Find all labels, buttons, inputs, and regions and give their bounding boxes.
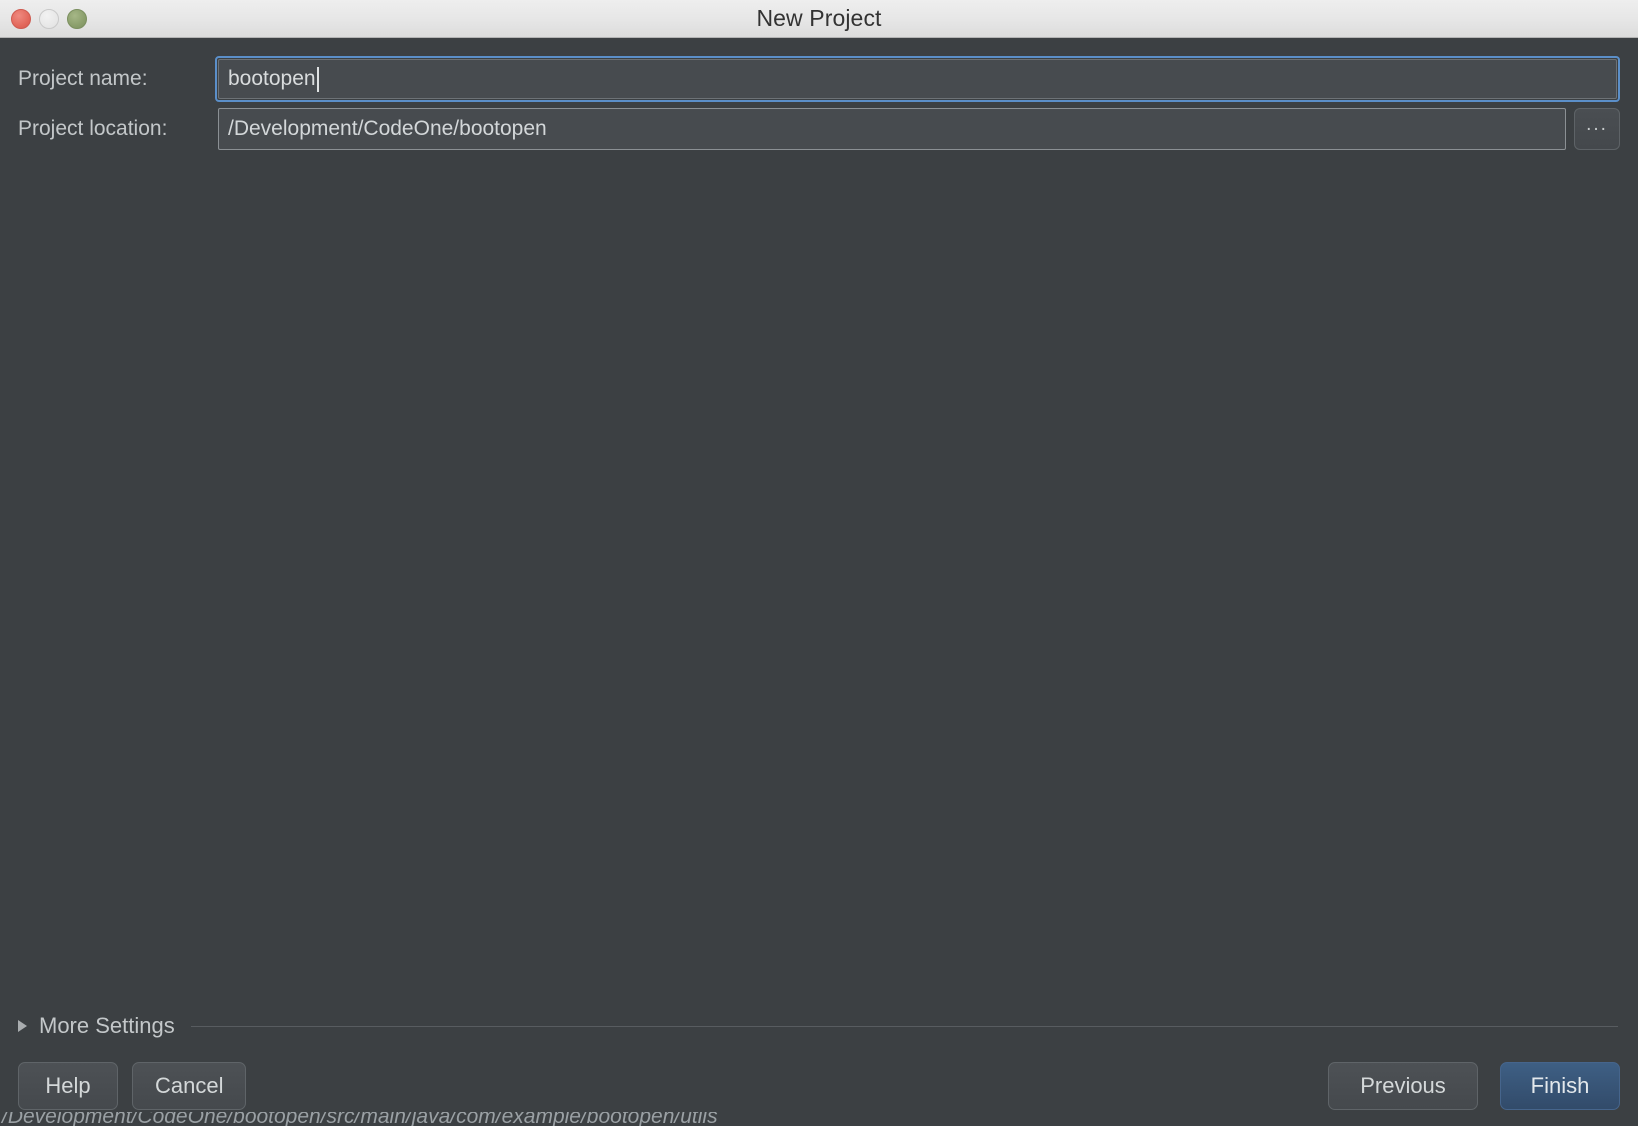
- minimize-window-icon[interactable]: [39, 9, 59, 29]
- project-location-value: /Development/CodeOne/bootopen: [228, 117, 547, 140]
- text-caret: [316, 66, 319, 92]
- more-settings-label: More Settings: [39, 1013, 175, 1038]
- maximize-window-icon[interactable]: [67, 9, 87, 29]
- finish-button[interactable]: Finish: [1500, 1062, 1620, 1110]
- new-project-dialog: New Project Project name: bootopen Proje…: [0, 0, 1638, 1126]
- project-location-input[interactable]: /Development/CodeOne/bootopen: [218, 108, 1566, 150]
- project-location-row: Project location: /Development/CodeOne/b…: [18, 106, 1620, 152]
- left-button-group: Help Cancel: [18, 1062, 247, 1110]
- bottom-status-text: /Development/CodeOne/bootopen/src/main/j…: [2, 1112, 718, 1126]
- more-settings-toggle[interactable]: More Settings: [0, 1004, 1638, 1048]
- more-settings-separator: [190, 1025, 1618, 1027]
- help-button[interactable]: Help: [18, 1062, 118, 1110]
- project-name-focus-ring: bootopen: [215, 56, 1620, 102]
- project-name-value: bootopen: [228, 67, 316, 90]
- traffic-light-controls: [11, 0, 87, 38]
- browse-folder-button[interactable]: ...: [1574, 108, 1620, 150]
- cancel-button[interactable]: Cancel: [132, 1062, 247, 1110]
- window-title: New Project: [756, 5, 882, 31]
- bottom-status-bar: /Development/CodeOne/bootopen/src/main/j…: [0, 1112, 1638, 1126]
- right-button-group: Previous Finish: [1328, 1062, 1620, 1110]
- project-location-label: Project location:: [18, 117, 168, 140]
- close-window-icon[interactable]: [11, 9, 31, 29]
- previous-button[interactable]: Previous: [1328, 1062, 1478, 1110]
- chevron-right-icon: [18, 1020, 27, 1032]
- title-bar: New Project: [0, 0, 1638, 38]
- dialog-content: Project name: bootopen Project location:…: [0, 38, 1638, 1126]
- project-name-row: Project name: bootopen: [18, 56, 1620, 102]
- project-name-label: Project name:: [18, 67, 148, 90]
- project-name-input[interactable]: bootopen: [218, 59, 1617, 99]
- project-form: Project name: bootopen Project location:…: [0, 38, 1638, 156]
